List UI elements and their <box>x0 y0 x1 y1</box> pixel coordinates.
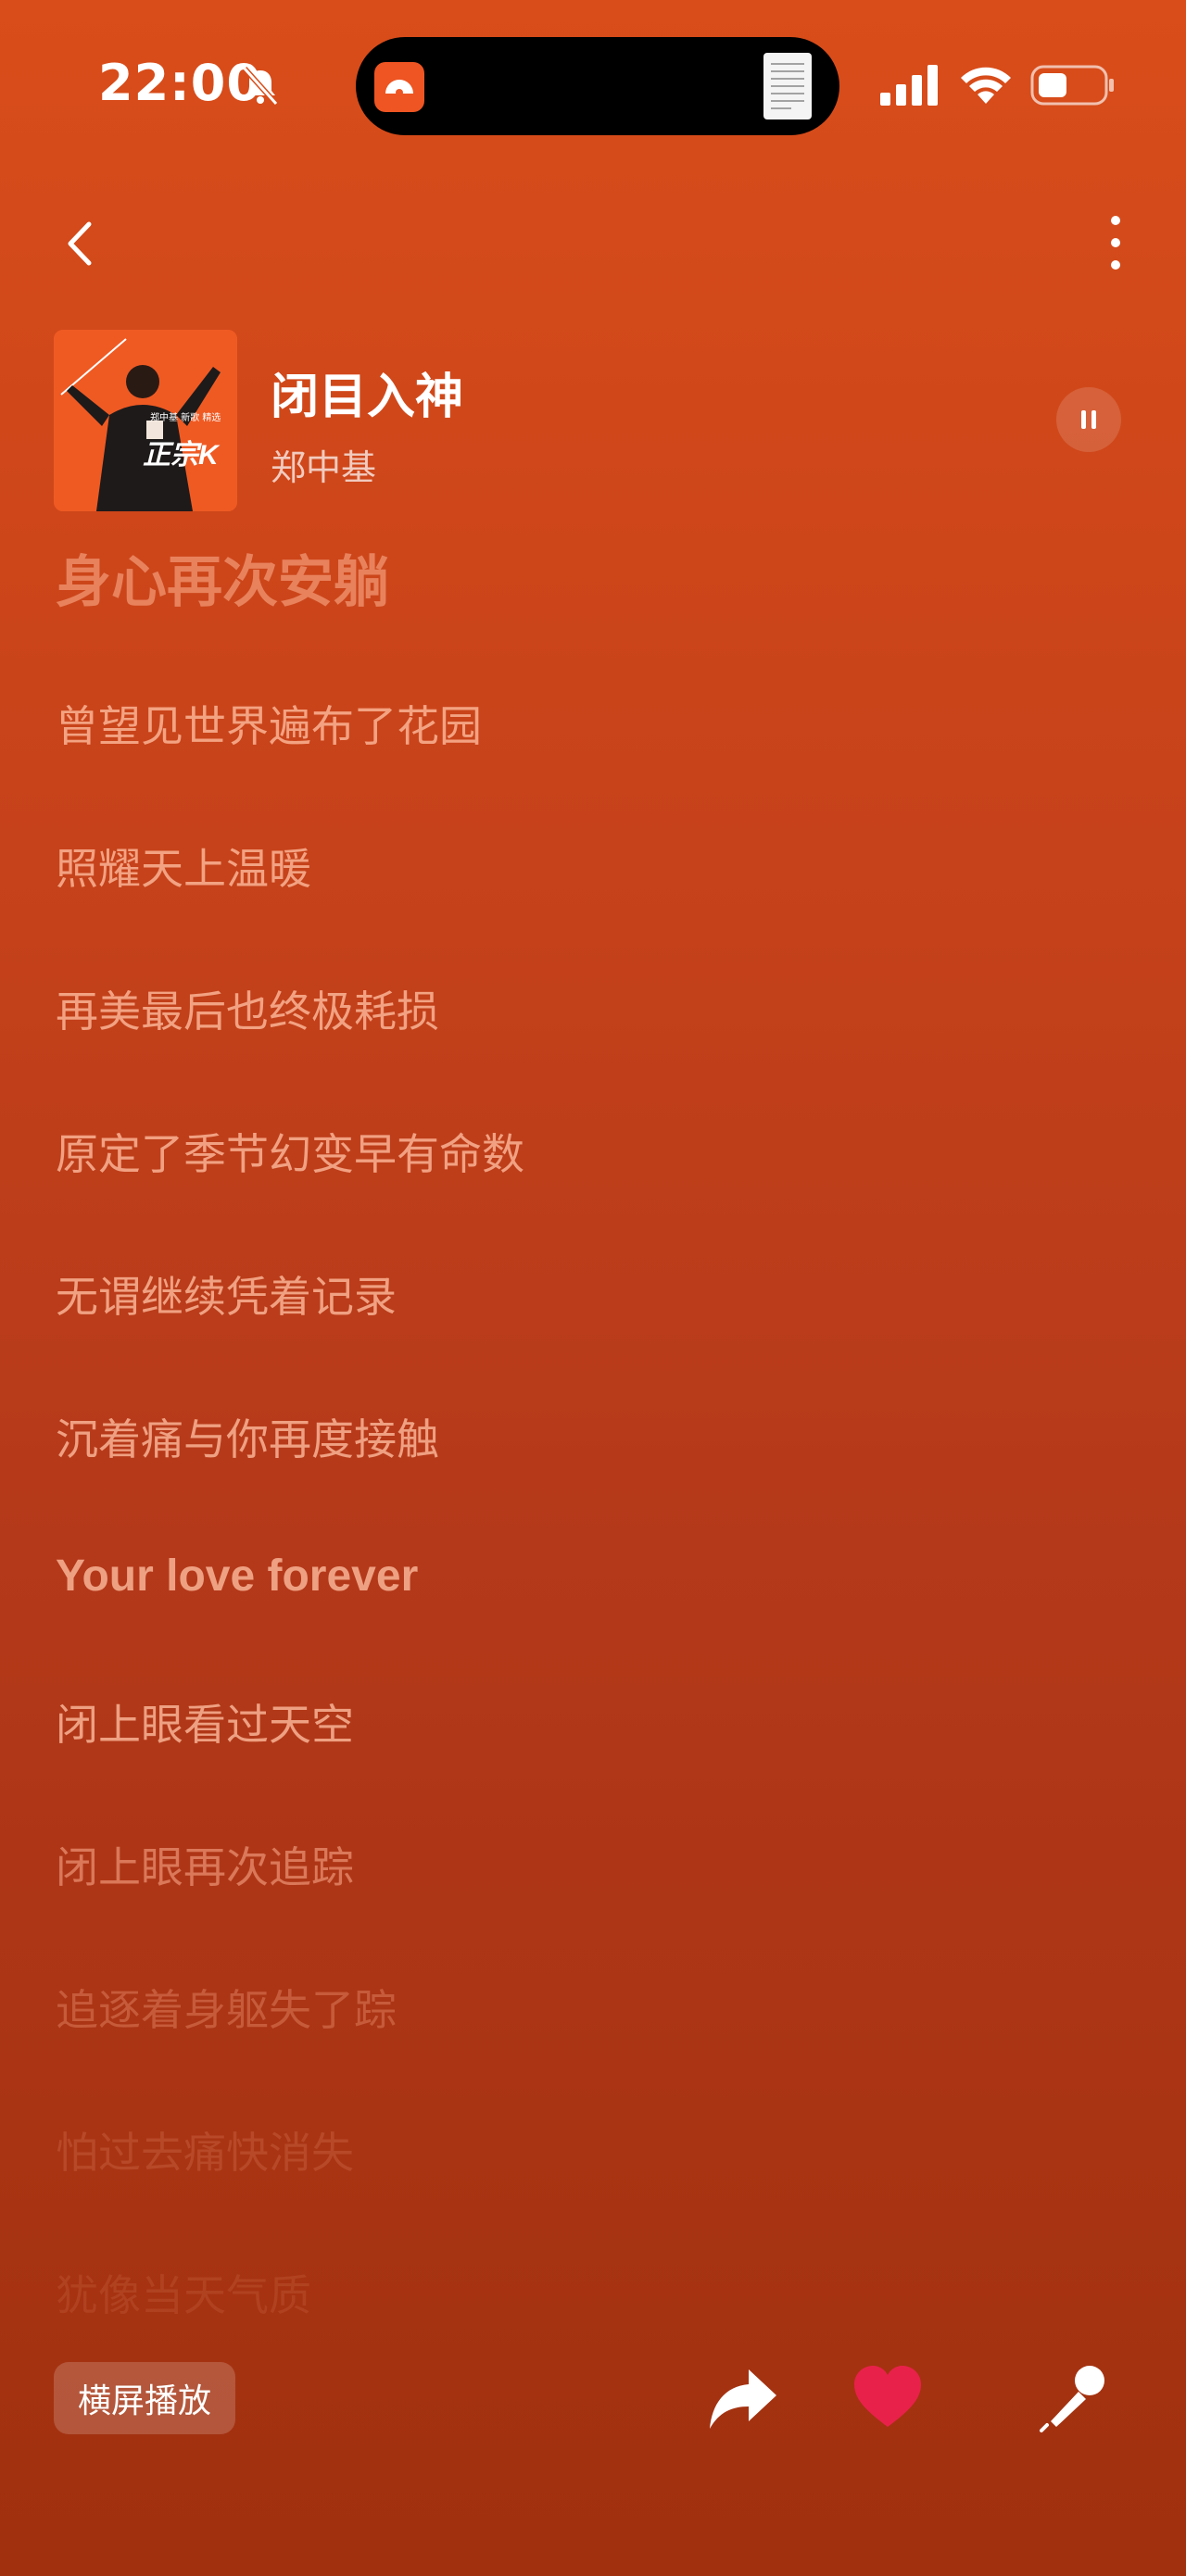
heart-icon <box>854 2366 921 2427</box>
status-time: 22:00 <box>98 54 262 112</box>
artist-name[interactable]: 郑中基 <box>271 439 376 490</box>
signal-icon <box>880 65 938 106</box>
lyric-line[interactable]: 身心再次安躺 <box>56 537 389 618</box>
bell-slash-icon <box>242 66 279 107</box>
microphone-icon <box>1040 2366 1104 2432</box>
lyric-line[interactable]: 再美最后也终极耗损 <box>56 978 439 1039</box>
lyric-line[interactable]: 沉着痛与你再度接触 <box>56 1406 439 1467</box>
cover-small-text: 郑中基 新歌 精选 <box>150 413 221 423</box>
lyric-line[interactable]: 犹像当天气质 <box>56 2262 311 2323</box>
album-cover[interactable]: 正宗K 郑中基 新歌 精选 <box>54 330 237 511</box>
wifi-icon <box>961 67 1011 104</box>
lyric-line[interactable]: 闭上眼再次追踪 <box>56 1834 354 1895</box>
cover-label: 正宗K <box>143 440 219 471</box>
share-button[interactable] <box>706 2364 780 2432</box>
more-button[interactable] <box>1093 211 1138 276</box>
document-icon <box>763 53 812 119</box>
app-icon <box>374 62 424 112</box>
mic-button[interactable] <box>1038 2360 1112 2434</box>
status-bar: 22:00 <box>0 0 1186 167</box>
lyric-line[interactable]: 照耀天上温暖 <box>56 836 311 897</box>
dynamic-island <box>356 37 839 135</box>
lyric-line[interactable]: 怕过去痛快消失 <box>56 2119 354 2180</box>
lyric-line[interactable]: 原定了季节幻变早有命数 <box>56 1121 524 1182</box>
battery-icon <box>1030 65 1114 106</box>
landscape-play-button[interactable]: 横屏播放 <box>54 2362 235 2434</box>
lyric-line[interactable]: 追逐着身躯失了踪 <box>56 1977 397 2038</box>
song-title: 闭目入神 <box>271 370 464 425</box>
back-button[interactable] <box>54 211 109 276</box>
like-button[interactable] <box>851 2362 925 2432</box>
lyric-line[interactable]: 曾望见世界遍布了花园 <box>56 693 482 754</box>
more-vertical-icon <box>1111 216 1120 270</box>
lyric-line[interactable]: 无谓继续凭着记录 <box>56 1263 397 1325</box>
lyric-line[interactable]: 闭上眼看过天空 <box>56 1691 354 1753</box>
lyric-line[interactable]: Your love forever <box>56 1551 418 1602</box>
chevron-left-icon <box>68 221 92 266</box>
pause-icon <box>1081 410 1096 429</box>
share-arrow-icon <box>710 2369 776 2429</box>
pause-button[interactable] <box>1056 387 1121 452</box>
